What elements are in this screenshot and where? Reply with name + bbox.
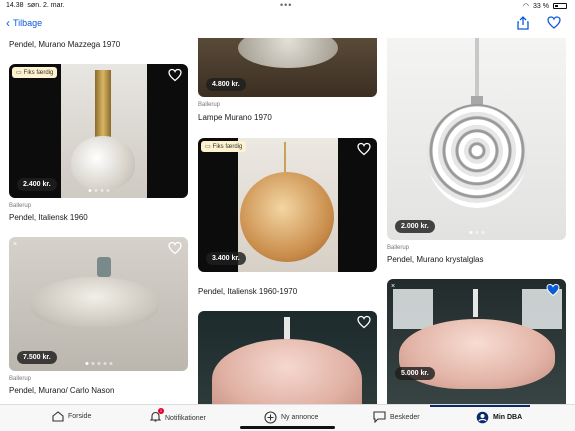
notification-count-badge: 1 [158, 408, 164, 414]
listing-image[interactable]: 4.800 kr. [198, 38, 377, 97]
tab-notifikationer[interactable]: 1 Notifikationer [149, 408, 206, 425]
price-tag: 4.800 kr. [206, 78, 246, 91]
nav-bar: ‹ Tilbage [0, 12, 575, 38]
back-label: Tilbage [13, 18, 43, 28]
active-tab-indicator [430, 405, 530, 407]
tab-min-dba[interactable]: Min DBA [476, 411, 522, 424]
listing-image[interactable]: ▭ Fiks færdig 2.400 kr. [9, 64, 188, 198]
tab-ny-annonce[interactable]: Ny annonce [264, 411, 318, 424]
tab-label: Min DBA [493, 414, 523, 421]
listing-location: Ballerup [387, 245, 410, 251]
home-indicator [240, 426, 335, 429]
favorite-heart-icon[interactable] [168, 241, 182, 255]
listing-location: Ballerup [9, 376, 32, 382]
plus-circle-icon [264, 411, 277, 424]
favorite-heart-icon[interactable] [168, 68, 182, 82]
favorite-heart-filled-icon[interactable] [546, 283, 560, 297]
close-icon[interactable]: × [391, 283, 395, 290]
favorite-heart-icon[interactable] [357, 315, 371, 329]
truck-icon: ▭ [16, 70, 22, 76]
battery-icon [553, 3, 567, 9]
listing-image[interactable]: ▭ Fiks færdig 3.400 kr. [198, 138, 377, 272]
profile-icon [476, 411, 489, 424]
listing-image[interactable]: × 7.500 kr. [9, 237, 188, 371]
fiks-faerdig-badge: ▭ Fiks færdig [201, 141, 247, 152]
home-icon [52, 411, 64, 422]
close-icon[interactable]: × [13, 241, 17, 248]
listing-title[interactable]: Pendel, Italiensk 1960 [9, 213, 88, 222]
image-pager-dots [85, 362, 112, 365]
bell-icon: 1 [149, 408, 164, 425]
price-tag: 2.000 kr. [395, 220, 435, 233]
status-bar: 14.38 søn. 2. mar. ••• ◠ 33 % [0, 0, 575, 12]
bottom-tab-bar: Forside 1 Notifikationer Ny annonce Besk… [0, 404, 575, 431]
chevron-left-icon: ‹ [6, 16, 10, 30]
listing-location: Ballerup [9, 203, 32, 209]
truck-icon: ▭ [205, 144, 211, 150]
listing-title[interactable]: Pendel, Murano krystalglas [387, 255, 484, 264]
back-button[interactable]: ‹ Tilbage [6, 17, 42, 29]
image-pager-dots [88, 189, 109, 192]
listing-image[interactable] [198, 311, 377, 404]
share-icon[interactable] [517, 16, 529, 30]
price-tag: 3.400 kr. [206, 252, 246, 265]
status-time: 14.38 søn. 2. mar. [6, 2, 65, 9]
listing-location: Ballerup [198, 102, 221, 108]
listing-title[interactable]: Pendel, Italiensk 1960-1970 [198, 287, 297, 296]
image-pager-dots [469, 231, 484, 234]
status-indicators: ◠ 33 % [523, 2, 567, 10]
wifi-icon: ◠ [522, 3, 530, 10]
chat-icon [373, 411, 386, 423]
listing-title[interactable]: Pendel, Murano/ Carlo Nason [9, 386, 114, 395]
fiks-faerdig-badge: ▭ Fiks færdig [12, 67, 58, 78]
price-tag: 7.500 kr. [17, 351, 57, 364]
tab-label: Notifikationer [165, 414, 206, 422]
tab-beskeder[interactable]: Beskeder [373, 411, 420, 423]
listing-title[interactable]: Pendel, Murano Mazzega 1970 [9, 40, 120, 49]
tab-label: Forside [68, 413, 92, 420]
favorite-heart-icon[interactable] [547, 16, 561, 29]
price-tag: 2.400 kr. [17, 178, 57, 191]
battery-label: 33 % [533, 2, 549, 10]
tab-label: Ny annonce [281, 414, 319, 421]
listing-title[interactable]: Lampe Murano 1970 [198, 113, 272, 122]
listing-image[interactable]: × 5.000 kr. [387, 279, 566, 404]
price-tag: 5.000 kr. [395, 367, 435, 380]
favorite-heart-icon[interactable] [357, 142, 371, 156]
listing-image[interactable]: 2.000 kr. [387, 38, 566, 240]
multitask-dots-icon[interactable]: ••• [280, 0, 292, 10]
tab-forside[interactable]: Forside [52, 411, 91, 422]
tab-label: Beskeder [390, 413, 420, 421]
